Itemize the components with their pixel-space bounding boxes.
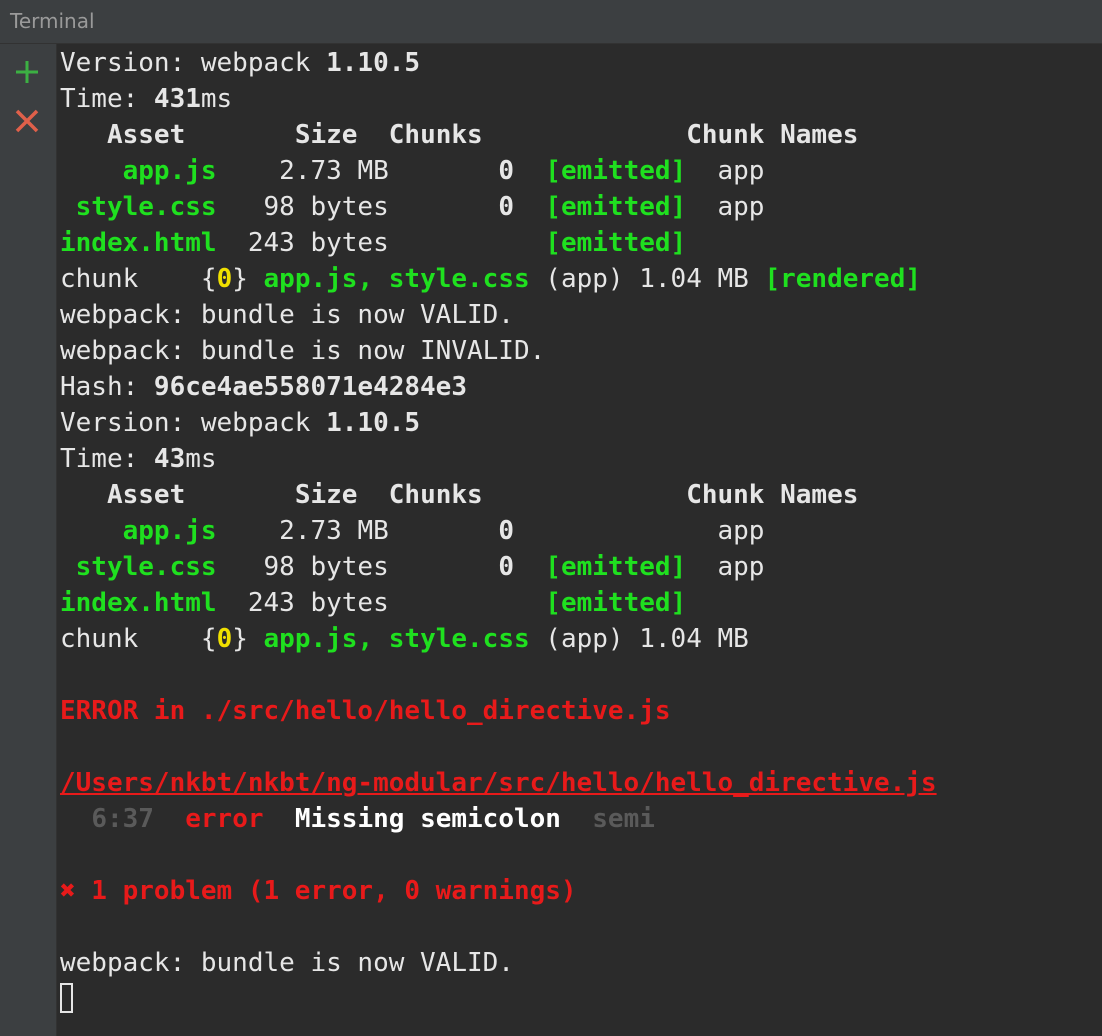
asset-table-header: Asset Size Chunks Chunk Names	[106, 120, 859, 150]
close-session-button[interactable]	[12, 106, 42, 136]
time-line: Time: 43ms	[60, 444, 217, 474]
terminal-title: Terminal	[10, 9, 95, 33]
version-line: Version: webpack 1.10.5	[60, 48, 421, 78]
plus-icon	[16, 61, 38, 83]
asset-row: index.html 243 bytes [emitted]	[60, 588, 687, 618]
error-message: Missing semicolon	[294, 804, 561, 834]
error-severity: error	[185, 804, 264, 834]
error-file-path: /Users/nkbt/nkbt/ng-modular/src/hello/he…	[60, 768, 937, 798]
status-message: webpack: bundle is now INVALID.	[60, 336, 546, 366]
terminal-title-bar: Terminal	[0, 0, 1102, 44]
asset-row: style.css 98 bytes 0 [emitted] app	[75, 192, 765, 222]
chunk-line: chunk {0} app.js, style.css (app) 1.04 M…	[60, 264, 922, 294]
time-line: Time: 431ms	[60, 84, 233, 114]
status-message: webpack: bundle is now VALID.	[60, 948, 514, 978]
version-line: Version: webpack 1.10.5	[60, 408, 421, 438]
asset-row: style.css 98 bytes 0 [emitted] app	[75, 552, 765, 582]
error-rule: semi	[592, 804, 655, 834]
asset-table-header: Asset Size Chunks Chunk Names	[106, 480, 859, 510]
terminal-output[interactable]: Version: webpack 1.10.5 Time: 431ms Asse…	[60, 45, 1100, 1035]
chunk-line: chunk {0} app.js, style.css (app) 1.04 M…	[60, 624, 749, 654]
hash-line: Hash: 96ce4ae558071e4284e3	[60, 372, 467, 402]
error-heading: ERROR in ./src/hello/hello_directive.js	[60, 696, 671, 726]
asset-row: index.html 243 bytes [emitted]	[60, 228, 687, 258]
asset-row: app.js 2.73 MB 0 [emitted] app	[122, 156, 765, 186]
error-summary: ✖ 1 problem (1 error, 0 warnings)	[60, 876, 577, 906]
status-message: webpack: bundle is now VALID.	[60, 300, 514, 330]
lint-message: 6:37 error Missing semicolon semi	[60, 801, 1100, 837]
close-icon	[15, 109, 39, 133]
error-location: 6:37	[91, 804, 154, 834]
prompt-line[interactable]	[60, 981, 1100, 1017]
asset-row: app.js 2.73 MB 0 app	[122, 516, 765, 546]
new-session-button[interactable]	[12, 57, 42, 87]
text-cursor	[60, 982, 73, 1013]
terminal-toolbar	[0, 44, 57, 1036]
